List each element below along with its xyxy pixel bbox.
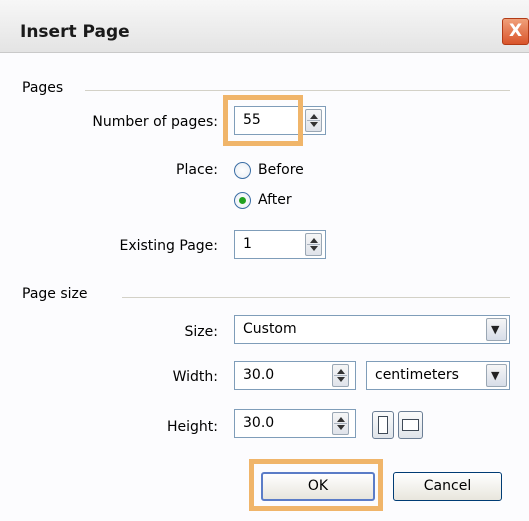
place-after-label[interactable]: After — [258, 192, 292, 208]
size-value: Custom — [243, 321, 297, 337]
height-spin-arrows[interactable] — [332, 412, 349, 435]
place-before-label[interactable]: Before — [258, 162, 304, 178]
spin-down-icon[interactable] — [310, 246, 318, 251]
units-dropdown-button[interactable]: ▼ — [486, 364, 507, 387]
spin-divider — [307, 120, 320, 121]
spin-divider — [307, 244, 320, 245]
place-label: Place: — [176, 162, 218, 178]
spin-down-icon[interactable] — [337, 425, 345, 430]
ok-button[interactable]: OK — [261, 472, 375, 501]
landscape-button[interactable] — [398, 411, 423, 439]
spin-divider — [334, 375, 347, 376]
existing-page-spin-arrows[interactable] — [305, 233, 322, 256]
close-icon: X — [508, 21, 523, 41]
spin-down-icon[interactable] — [310, 122, 318, 127]
close-button[interactable]: X — [502, 18, 529, 45]
pages-group-label: Pages — [22, 80, 64, 96]
width-stepper[interactable]: 30.0 — [234, 361, 356, 390]
width-value: 30.0 — [243, 367, 275, 383]
existing-page-label: Existing Page: — [119, 238, 218, 254]
portrait-icon — [378, 416, 388, 434]
height-label: Height: — [167, 419, 218, 435]
spin-up-icon[interactable] — [337, 369, 345, 374]
size-select[interactable]: Custom ▼ — [234, 315, 510, 344]
place-before-radio[interactable] — [234, 162, 251, 179]
spin-divider — [334, 423, 347, 424]
existing-page-stepper[interactable]: 1 — [234, 230, 326, 259]
units-select[interactable]: centimeters ▼ — [366, 361, 510, 390]
landscape-icon — [402, 419, 419, 431]
chevron-down-icon: ▼ — [491, 323, 500, 336]
size-label: Size: — [184, 324, 218, 340]
width-spin-arrows[interactable] — [332, 364, 349, 387]
insert-page-dialog: Insert Page X Pages Number of pages: 55 … — [0, 0, 529, 521]
page-size-group-label: Page size — [22, 286, 88, 302]
number-of-pages-spin-arrows[interactable] — [305, 109, 322, 132]
portrait-button[interactable] — [372, 411, 394, 439]
spin-down-icon[interactable] — [337, 377, 345, 382]
size-dropdown-button[interactable]: ▼ — [486, 318, 507, 341]
height-value: 30.0 — [243, 415, 275, 431]
units-value: centimeters — [375, 367, 459, 383]
width-label: Width: — [172, 369, 218, 385]
chevron-down-icon: ▼ — [491, 369, 500, 382]
spin-up-icon[interactable] — [310, 238, 318, 243]
cancel-button[interactable]: Cancel — [393, 472, 502, 501]
number-of-pages-highlight — [223, 95, 303, 146]
dialog-title: Insert Page — [20, 22, 130, 42]
radio-selected-dot — [239, 197, 246, 204]
existing-page-value: 1 — [243, 236, 252, 252]
dialog-body: Pages Number of pages: 55 Place: Before … — [0, 53, 529, 521]
page-size-group-divider — [122, 297, 510, 298]
title-bar: Insert Page X — [0, 0, 529, 53]
place-after-radio[interactable] — [234, 192, 251, 209]
spin-up-icon[interactable] — [310, 114, 318, 119]
spin-up-icon[interactable] — [337, 417, 345, 422]
pages-group-divider — [85, 90, 510, 91]
height-stepper[interactable]: 30.0 — [234, 409, 356, 438]
number-of-pages-label: Number of pages: — [92, 114, 218, 130]
